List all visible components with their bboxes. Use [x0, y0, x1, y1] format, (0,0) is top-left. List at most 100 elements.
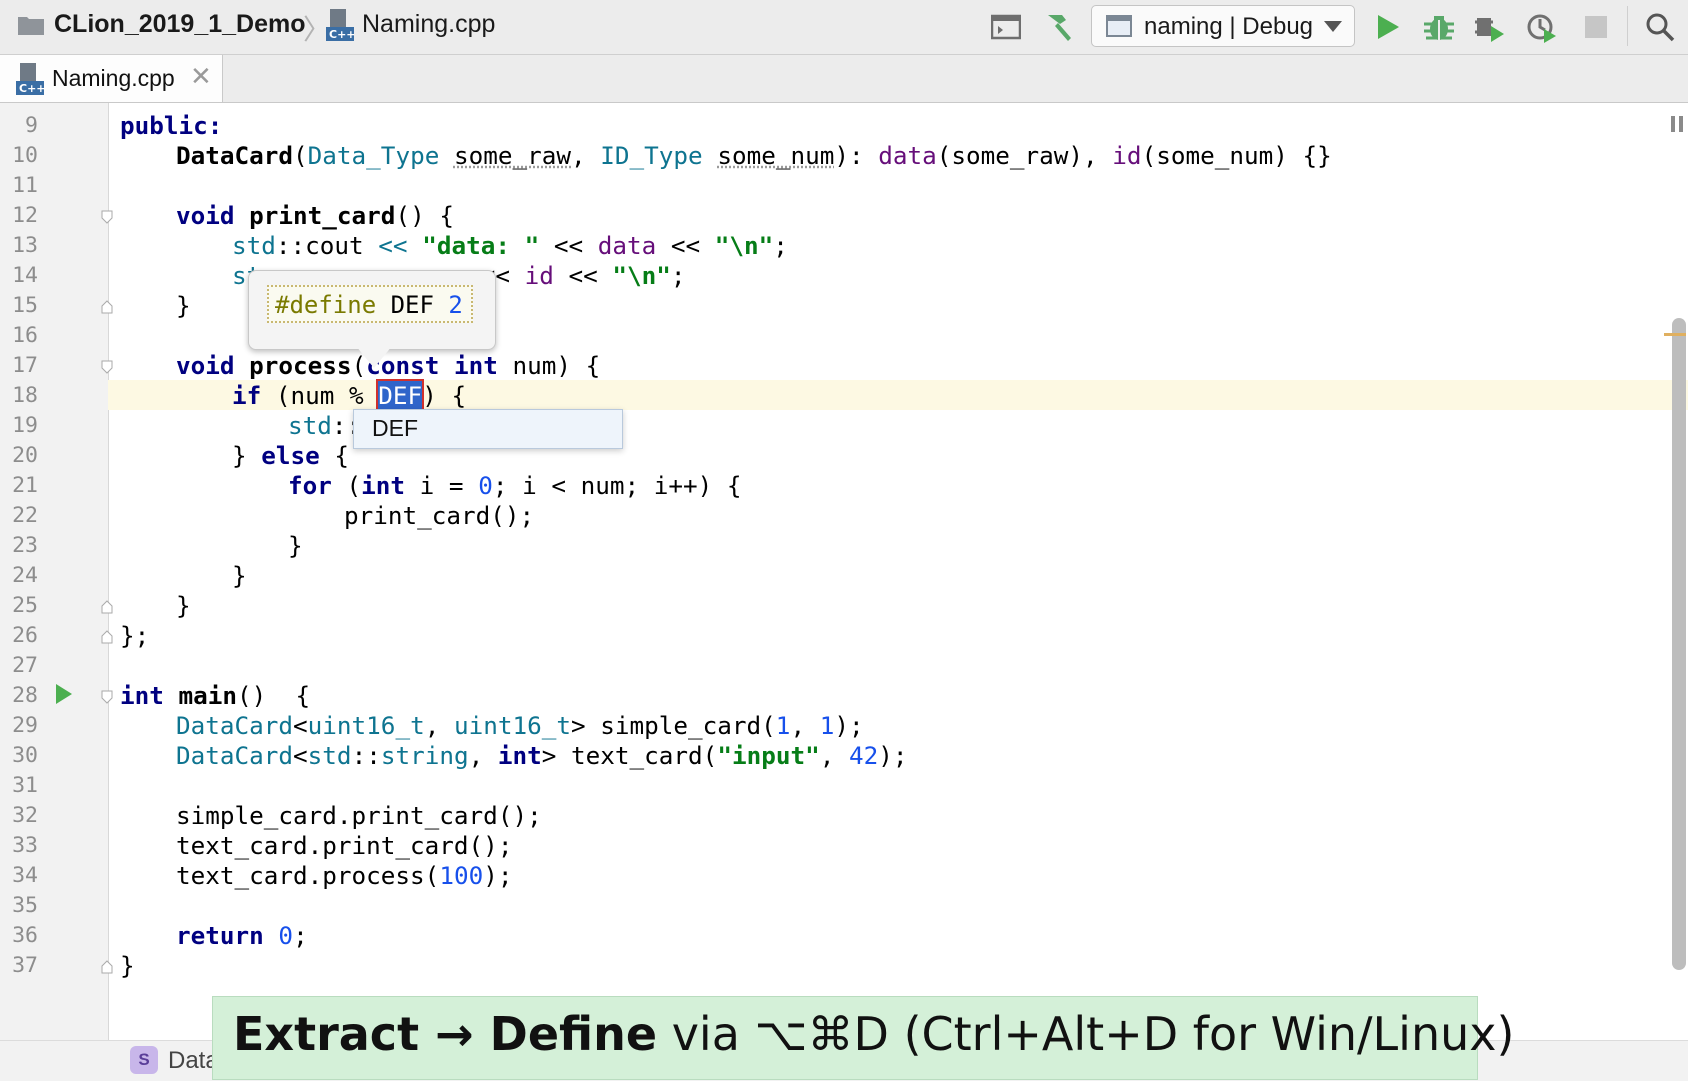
search-button[interactable] [1642, 9, 1678, 45]
chevron-down-icon [1324, 21, 1342, 32]
line-number: 9 [0, 111, 38, 141]
run-config-label: naming | Debug [1144, 13, 1313, 41]
code-line: void print_card() { [176, 201, 454, 231]
terminal-icon [991, 14, 1021, 40]
banner-action: Extract → Define [233, 1007, 657, 1061]
line-number: 29 [0, 711, 38, 741]
build-button[interactable] [1040, 9, 1076, 45]
search-icon [1645, 12, 1675, 42]
code-line: for (int i = 0; i < num; i++) { [288, 471, 742, 501]
profile-button[interactable] [1524, 9, 1560, 45]
line-number: 32 [0, 801, 38, 831]
code-line: DataCard(Data_Type some_raw, ID_Type som… [176, 141, 1332, 171]
run-with-coverage-button[interactable] [1472, 9, 1508, 45]
cpp-file-icon: C++ [16, 63, 44, 95]
run-configuration-select[interactable]: naming | Debug [1091, 5, 1355, 47]
code-line: print_card(); [344, 501, 534, 531]
config-icon [1106, 15, 1132, 37]
project-crumb[interactable]: CLion_2019_1_Demo [54, 10, 306, 39]
define-preview-popup: #define DEF 2 [248, 270, 496, 350]
line-number: 20 [0, 441, 38, 471]
line-number: 14 [0, 261, 38, 291]
line-number: 15 [0, 291, 38, 321]
line-number: 34 [0, 861, 38, 891]
line-number: 37 [0, 951, 38, 981]
stop-button[interactable] [1578, 9, 1614, 45]
svg-text:C++: C++ [19, 82, 44, 95]
editor-tab-bar: C++ Naming.cpp ✕ [0, 55, 1688, 103]
line-number: 33 [0, 831, 38, 861]
line-number: 28 [0, 681, 38, 711]
completion-popup[interactable]: DEF [353, 409, 623, 449]
file-crumb[interactable]: Naming.cpp [362, 10, 495, 39]
debug-button[interactable] [1421, 9, 1457, 45]
line-number: 10 [0, 141, 38, 171]
profile-icon [1526, 11, 1558, 43]
fold-icon[interactable] [101, 300, 113, 314]
toolbar-divider [1627, 6, 1628, 46]
code-line: } [176, 291, 191, 321]
run-button[interactable] [1370, 9, 1406, 45]
fold-icon[interactable] [101, 360, 113, 374]
code-line: } else { [232, 441, 349, 471]
code-line: int main() { [120, 681, 310, 711]
run-anything-button[interactable] [988, 9, 1024, 45]
shortcut-banner: Extract → Define via ⌥⌘D (Ctrl+Alt+D for… [212, 996, 1478, 1080]
banner-shortcut: ⌥⌘D (Ctrl+Alt+D for Win/Linux) [755, 1007, 1515, 1061]
fold-icon[interactable] [101, 960, 113, 974]
define-preview-box: #define DEF 2 [267, 285, 473, 323]
completion-item[interactable]: DEF [372, 415, 418, 442]
line-number: 36 [0, 921, 38, 951]
code-line: } [176, 591, 191, 621]
line-number: 16 [0, 321, 38, 351]
error-stripe-mark[interactable] [1664, 333, 1686, 336]
code-line: simple_card.print_card(); [176, 801, 542, 831]
fold-icon[interactable] [101, 210, 113, 224]
code-line: return 0; [176, 921, 308, 951]
code-line: DataCard<uint16_t, uint16_t> simple_card… [176, 711, 864, 741]
line-number: 30 [0, 741, 38, 771]
line-number: 24 [0, 561, 38, 591]
line-number: 18 [0, 381, 38, 411]
build-icon [1042, 11, 1074, 43]
tab-label: Naming.cpp [52, 65, 175, 92]
code-line: } [120, 951, 135, 981]
line-number: 13 [0, 231, 38, 261]
line-number-gutter: 9 10 11 12 13 14 15 16 17 18 19 20 21 22 23 24 25 26 27 28 2… [0, 103, 109, 1040]
line-number: 12 [0, 201, 38, 231]
code-line: text_card.print_card(); [176, 831, 512, 861]
line-number: 26 [0, 621, 38, 651]
folder-icon [18, 15, 44, 35]
line-number: 17 [0, 351, 38, 381]
line-number: 21 [0, 471, 38, 501]
code-line: } [232, 561, 247, 591]
code-line: if (num % DEF) { [232, 381, 466, 411]
define-directive: #define [275, 291, 376, 319]
line-number: 19 [0, 411, 38, 441]
fold-icon[interactable] [101, 600, 113, 614]
tab-naming-cpp[interactable]: C++ Naming.cpp ✕ [0, 55, 223, 102]
code-line: DataCard<std::string, int> text_card("in… [176, 741, 908, 771]
debug-icon [1424, 12, 1454, 42]
line-number: 22 [0, 501, 38, 531]
svg-text:C++: C++ [329, 28, 354, 41]
run-icon[interactable] [56, 684, 72, 704]
define-value: 2 [448, 291, 462, 319]
pause-icon[interactable] [1670, 116, 1684, 132]
line-number: 11 [0, 171, 38, 201]
run-icon [1375, 13, 1401, 41]
line-number: 27 [0, 651, 38, 681]
cpp-file-icon: C++ [326, 9, 354, 41]
banner-via: via [672, 1007, 740, 1061]
code-editor[interactable]: public: DataCard(Data_Type some_raw, ID_… [108, 103, 1668, 1040]
coverage-icon [1475, 12, 1505, 42]
close-icon[interactable]: ✕ [190, 61, 212, 92]
code-line: }; [120, 621, 149, 651]
code-line: std::cout << "data: " << data << "\n"; [232, 231, 788, 261]
fold-icon[interactable] [101, 690, 113, 704]
code-line: public: [120, 111, 222, 141]
vertical-scrollbar[interactable] [1672, 318, 1686, 970]
fold-icon[interactable] [101, 630, 113, 644]
stop-icon [1585, 16, 1607, 38]
struct-icon: S [130, 1046, 158, 1074]
